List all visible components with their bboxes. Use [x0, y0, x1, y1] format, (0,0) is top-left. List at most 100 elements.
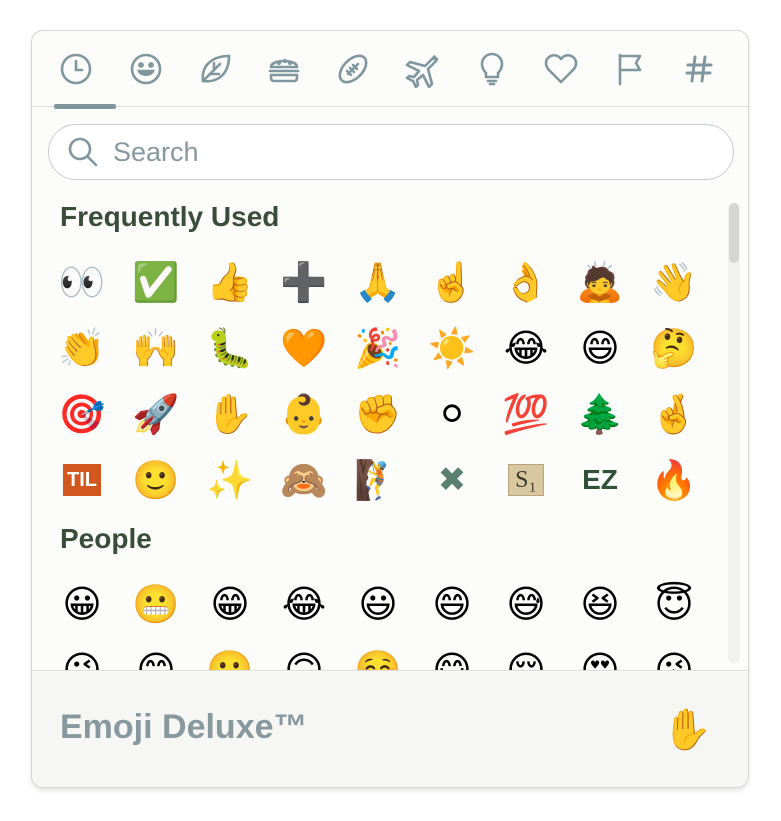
- emoji-button[interactable]: ☺️: [341, 637, 415, 670]
- tab-people[interactable]: [111, 31, 181, 107]
- emoji-button[interactable]: 😂: [267, 571, 341, 637]
- search-box[interactable]: [48, 124, 734, 180]
- emoji-button[interactable]: ☀️: [415, 315, 489, 381]
- emoji-button[interactable]: 😂: [489, 315, 563, 381]
- emoji-button[interactable]: 🙃: [267, 637, 341, 670]
- emoji-glyph: 😄: [432, 582, 472, 626]
- emoji-button[interactable]: 😄: [415, 571, 489, 637]
- emoji-button[interactable]: 🙏: [341, 249, 415, 315]
- emoji-button[interactable]: 🙂: [193, 637, 267, 671]
- emoji-button[interactable]: ✖: [415, 447, 489, 513]
- emoji-button[interactable]: 😃: [341, 571, 415, 637]
- emoji-button[interactable]: 🙌: [119, 315, 193, 381]
- emoji-glyph: ☝️: [428, 260, 476, 304]
- emoji-button[interactable]: ⚪: [415, 381, 489, 447]
- emoji-glyph: 🧗: [354, 458, 402, 502]
- emoji-button[interactable]: 😍: [563, 637, 637, 671]
- search-icon: [68, 137, 98, 167]
- emoji-button[interactable]: 😅: [489, 571, 563, 637]
- emoji-button[interactable]: S₁: [489, 447, 563, 513]
- footer-title: Emoji Deluxe™: [60, 708, 308, 746]
- tab-recent[interactable]: [41, 31, 116, 109]
- emoji-button[interactable]: 😌: [489, 637, 563, 670]
- emoji-glyph: 😂: [281, 582, 327, 626]
- emoji-glyph: 🙂: [206, 648, 254, 671]
- emoji-button[interactable]: 😀: [45, 571, 119, 637]
- smiley-icon: [130, 53, 162, 85]
- emoji-button[interactable]: ✋: [193, 381, 267, 447]
- emoji-button[interactable]: 🎯: [45, 381, 119, 447]
- emoji-button[interactable]: 😄: [563, 315, 637, 381]
- emoji-glyph: 🙂: [132, 458, 180, 502]
- emoji-button[interactable]: 😬: [119, 571, 193, 637]
- emoji-glyph: 😇: [654, 582, 694, 626]
- emoji-button[interactable]: EZ: [563, 447, 637, 513]
- emoji-button[interactable]: 😇: [637, 571, 711, 637]
- emoji-button[interactable]: 🎉: [341, 315, 415, 381]
- emoji-glyph: 👌: [502, 260, 550, 304]
- emoji-button[interactable]: 🚀: [119, 381, 193, 447]
- tab-objects[interactable]: [457, 31, 527, 107]
- emoji-glyph: 💯: [502, 392, 550, 436]
- emoji-button[interactable]: 👏: [45, 315, 119, 381]
- lightbulb-icon: [480, 52, 504, 86]
- emoji-glyph: 👋: [650, 260, 698, 304]
- emoji-button[interactable]: 🤔: [637, 315, 711, 381]
- emoji-button[interactable]: ✅: [119, 249, 193, 315]
- emoji-glyph: 😆: [580, 582, 620, 626]
- emoji-button[interactable]: 🧡: [267, 315, 341, 381]
- emoji-button[interactable]: ✊: [341, 381, 415, 447]
- emoji-button[interactable]: 🧗: [341, 447, 415, 513]
- emoji-button[interactable]: 👶: [267, 381, 341, 447]
- emoji-glyph: 😋: [432, 648, 472, 671]
- search-input[interactable]: [113, 136, 673, 168]
- tab-food[interactable]: [249, 31, 319, 107]
- tab-symbols[interactable]: [526, 31, 596, 107]
- emoji-button[interactable]: 😉: [45, 637, 119, 670]
- section-title-frequently-used: Frequently Used: [60, 201, 280, 232]
- emoji-button[interactable]: 😘: [637, 637, 711, 670]
- emoji-glyph: 😍: [580, 648, 620, 671]
- emoji-button[interactable]: 😆: [563, 571, 637, 637]
- emoji-button[interactable]: 💯: [489, 381, 563, 447]
- emoji-button[interactable]: 🌲: [563, 381, 637, 447]
- emoji-glyph: S₁: [508, 464, 544, 496]
- emoji-button[interactable]: 👍: [193, 249, 267, 315]
- hash-icon: [685, 55, 713, 83]
- emoji-picker: Frequently Used 👀 ✅ 👍 ➕ 🙏 ☝️ 👌 🙇 👋 👏 🙌 🐛 🧡 🎉 ☀️ 😂 😄 🤔 🎯 🚀 ✋ 👶…: [31, 30, 749, 788]
- emoji-button[interactable]: ➕: [267, 249, 341, 315]
- tab-custom[interactable]: [664, 31, 734, 107]
- emoji-list[interactable]: Frequently Used 👀 ✅ 👍 ➕ 🙏 ☝️ 👌 🙇 👋 👏 🙌 🐛 🧡 🎉 ☀️ 😂 😄 🤔 🎯 🚀 ✋ 👶…: [32, 193, 748, 671]
- emoji-glyph: 👏: [58, 326, 106, 370]
- emoji-button[interactable]: 🙇: [563, 249, 637, 315]
- tab-travel[interactable]: [387, 31, 457, 107]
- flag-icon: [618, 53, 642, 86]
- tab-flags[interactable]: [595, 31, 665, 107]
- emoji-button[interactable]: 😋: [415, 637, 489, 671]
- emoji-glyph: 🙌: [132, 326, 180, 370]
- emoji-button[interactable]: 🙂: [119, 447, 193, 513]
- emoji-glyph: 🎉: [354, 326, 402, 370]
- tab-nature[interactable]: [180, 31, 250, 107]
- scrollbar-thumb[interactable]: [729, 203, 739, 263]
- emoji-button[interactable]: 👌: [489, 249, 563, 315]
- tab-activity[interactable]: [318, 31, 388, 107]
- emoji-button[interactable]: ☝️: [415, 249, 489, 315]
- emoji-button[interactable]: 🙈: [267, 447, 341, 513]
- heart-icon: [544, 53, 578, 84]
- category-tabs: [32, 31, 748, 109]
- emoji-button[interactable]: 🔥: [637, 447, 711, 513]
- scrollbar-track[interactable]: [728, 203, 740, 663]
- section-title-people: People: [60, 523, 152, 554]
- emoji-glyph: 🙏: [354, 260, 402, 304]
- emoji-glyph: ✖: [437, 460, 467, 500]
- emoji-button[interactable]: 🐛: [193, 315, 267, 381]
- emoji-button[interactable]: 👀: [45, 249, 119, 315]
- emoji-button[interactable]: 🤞: [637, 381, 711, 447]
- emoji-button[interactable]: TIL: [45, 447, 119, 513]
- emoji-button[interactable]: ✨: [193, 447, 267, 513]
- emoji-button[interactable]: 👋: [637, 249, 711, 315]
- skin-tone-button[interactable]: ✋: [662, 706, 712, 753]
- emoji-button[interactable]: 😊: [119, 637, 193, 670]
- emoji-button[interactable]: 😁: [193, 571, 267, 637]
